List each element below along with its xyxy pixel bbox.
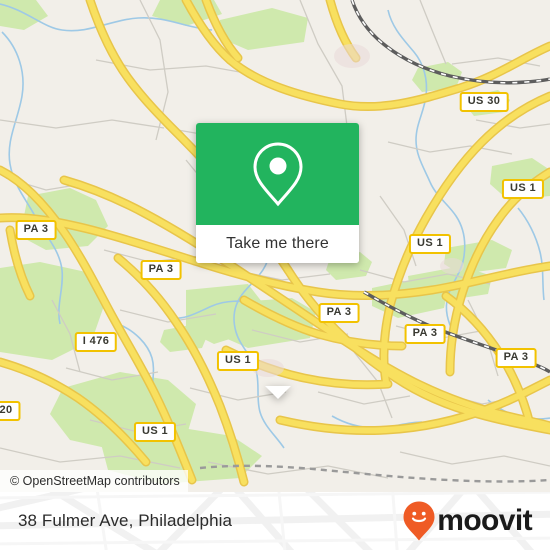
take-me-there-button[interactable]: Take me there <box>196 225 359 263</box>
popup-tail-pointer <box>264 386 291 399</box>
osm-attribution[interactable]: © OpenStreetMap contributors <box>0 470 188 492</box>
footer-content: 38 Fulmer Ave, Philadelphia moovit <box>0 492 550 550</box>
road-shield: PA 3 <box>404 324 446 344</box>
road-shield: I 476 <box>74 332 118 352</box>
road-shield: US 1 <box>501 179 545 199</box>
road-shield: PA 3 <box>495 348 537 368</box>
road-shield: US 30 <box>459 92 509 112</box>
popup-icon-panel <box>196 123 359 225</box>
road-shield: PA 3 <box>318 303 360 323</box>
road-shield: US 1 <box>216 351 260 371</box>
moovit-wordmark: moovit <box>437 504 532 537</box>
road-shield: PA 3 <box>15 220 57 240</box>
moovit-logo[interactable]: moovit <box>402 500 533 542</box>
location-popup-card[interactable]: Take me there <box>196 123 359 399</box>
footer-bar: 38 Fulmer Ave, Philadelphia moovit <box>0 492 550 550</box>
road-shield: PA 3 <box>140 260 182 280</box>
popup-body: Take me there <box>196 123 359 263</box>
road-shield: US 1 <box>408 234 452 254</box>
road-shield: US 1 <box>133 422 177 442</box>
map-screenshot: US 30 US 1 PA 3 US 1 PA 3 PA 3 PA 3 I 476 US 1 PA… <box>0 0 550 550</box>
moovit-pin-smiley-icon <box>403 501 435 541</box>
take-me-there-label: Take me there <box>226 235 329 252</box>
location-address-label: 38 Fulmer Ave, Philadelphia <box>18 511 233 530</box>
road-shield: 20 <box>0 401 21 421</box>
map-pin-icon <box>252 142 303 207</box>
